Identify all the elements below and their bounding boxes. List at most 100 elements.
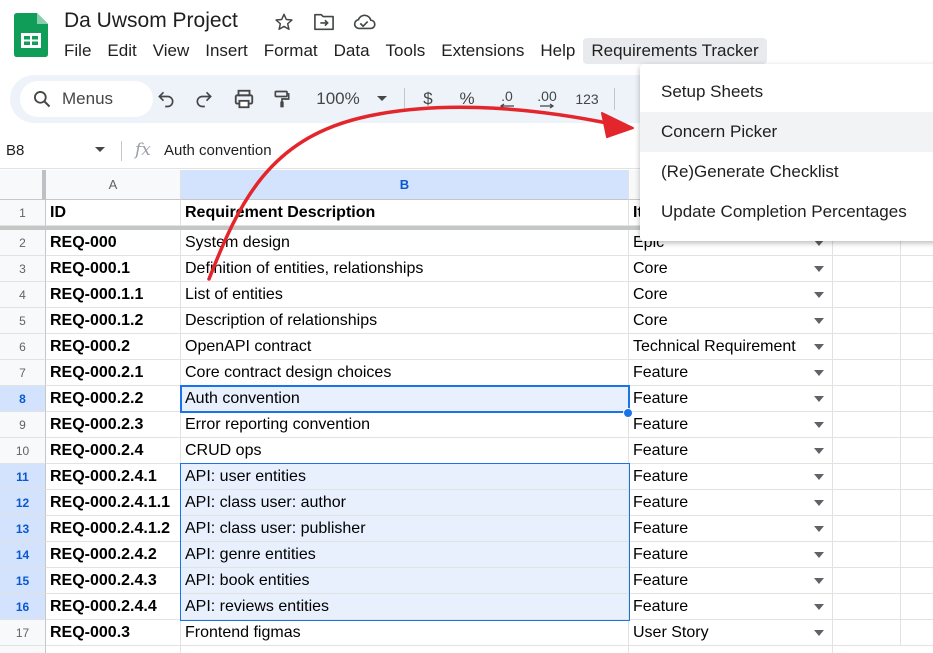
cell-id[interactable]: REQ-000.2.4.4 <box>46 594 181 620</box>
cell-empty[interactable] <box>901 594 933 620</box>
column-header-a[interactable]: A <box>46 170 181 200</box>
redo-icon[interactable] <box>192 85 216 113</box>
row-number[interactable]: 1 <box>0 200 46 226</box>
cell-empty[interactable] <box>833 542 901 568</box>
row-number[interactable]: 11 <box>0 464 46 490</box>
paint-format-icon[interactable] <box>270 85 294 113</box>
row-number[interactable]: 5 <box>0 308 46 334</box>
cell-id[interactable]: REQ-000.2.4.3 <box>46 568 181 594</box>
cell-type[interactable]: User Story <box>629 620 833 646</box>
cell-empty[interactable] <box>901 334 933 360</box>
dropdown-arrow-icon[interactable] <box>814 577 824 584</box>
cell-type[interactable]: Feature <box>629 594 833 620</box>
cell-type[interactable]: Feature <box>629 568 833 594</box>
cell-empty[interactable] <box>901 516 933 542</box>
cell-id[interactable]: REQ-000.2.4.1.2 <box>46 516 181 542</box>
select-all-corner[interactable] <box>0 170 46 200</box>
cell-id[interactable]: REQ-000.1.1 <box>46 282 181 308</box>
increase-decimals-button[interactable]: .00 <box>530 85 564 113</box>
star-icon[interactable] <box>272 11 296 33</box>
cell-type[interactable]: Feature <box>629 360 833 386</box>
cell-description[interactable]: Error reporting convention <box>181 412 629 438</box>
row-number[interactable]: 4 <box>0 282 46 308</box>
menu-item-setup-sheets[interactable]: Setup Sheets <box>640 72 933 112</box>
row-number[interactable]: 12 <box>0 490 46 516</box>
cell-description[interactable]: API: genre entities <box>181 542 629 568</box>
menu-requirements-tracker[interactable]: Requirements Tracker <box>583 38 767 64</box>
cell-description[interactable]: OpenAPI contract <box>181 334 629 360</box>
cell-type[interactable]: Feature <box>629 386 833 412</box>
cell-empty[interactable] <box>833 360 901 386</box>
dropdown-arrow-icon[interactable] <box>814 369 824 376</box>
undo-icon[interactable] <box>154 85 178 113</box>
cell-empty[interactable] <box>901 308 933 334</box>
cell-empty[interactable] <box>901 282 933 308</box>
cell-empty[interactable] <box>833 516 901 542</box>
cell-empty[interactable] <box>901 360 933 386</box>
cell-id[interactable]: REQ-000 <box>46 230 181 256</box>
decrease-decimals-button[interactable]: .0 <box>490 85 524 113</box>
cell-id[interactable]: REQ-000.1.2 <box>46 308 181 334</box>
menu-format[interactable]: Format <box>256 38 326 64</box>
print-icon[interactable] <box>231 85 257 113</box>
cell-description[interactable]: System design <box>181 230 629 256</box>
dropdown-arrow-icon[interactable] <box>814 551 824 558</box>
cell-empty[interactable] <box>833 464 901 490</box>
row-number[interactable]: 13 <box>0 516 46 542</box>
cell-description-active[interactable]: Auth convention <box>181 386 629 412</box>
menu-tools[interactable]: Tools <box>378 38 434 64</box>
cell-description[interactable]: Description of relationships <box>181 308 629 334</box>
dropdown-arrow-icon[interactable] <box>814 499 824 506</box>
cell-empty[interactable] <box>629 646 833 653</box>
cell-empty[interactable] <box>833 386 901 412</box>
menu-extensions[interactable]: Extensions <box>433 38 532 64</box>
row-number[interactable]: 17 <box>0 620 46 646</box>
menu-insert[interactable]: Insert <box>197 38 256 64</box>
dropdown-arrow-icon[interactable] <box>814 343 824 350</box>
menu-edit[interactable]: Edit <box>99 38 144 64</box>
move-to-folder-icon[interactable] <box>312 11 336 33</box>
cell-empty[interactable] <box>833 412 901 438</box>
cell-id[interactable]: REQ-000.2.4.1.1 <box>46 490 181 516</box>
chevron-down-icon[interactable] <box>374 85 390 113</box>
row-number[interactable]: 14 <box>0 542 46 568</box>
row-number[interactable]: 10 <box>0 438 46 464</box>
formula-input[interactable]: Auth convention <box>164 142 272 159</box>
cell-empty[interactable] <box>833 334 901 360</box>
cell-empty[interactable] <box>833 490 901 516</box>
cell-empty[interactable] <box>833 620 901 646</box>
cell-empty[interactable] <box>901 438 933 464</box>
cell-empty[interactable] <box>833 282 901 308</box>
cell-empty[interactable] <box>901 464 933 490</box>
dropdown-arrow-icon[interactable] <box>814 447 824 454</box>
cell-description[interactable]: Definition of entities, relationships <box>181 256 629 282</box>
cell-id[interactable]: REQ-000.2.4.2 <box>46 542 181 568</box>
percent-format-button[interactable]: % <box>454 85 480 113</box>
currency-format-button[interactable]: $ <box>415 85 441 113</box>
cell-type[interactable]: Feature <box>629 438 833 464</box>
cell-type[interactable]: Feature <box>629 542 833 568</box>
dropdown-arrow-icon[interactable] <box>814 603 824 610</box>
cell-description[interactable]: API: class user: author <box>181 490 629 516</box>
cell-empty[interactable] <box>901 620 933 646</box>
google-sheets-logo[interactable] <box>14 13 48 57</box>
menu-item-regenerate-checklist[interactable]: (Re)Generate Checklist <box>640 152 933 192</box>
menu-item-update-completion[interactable]: Update Completion Percentages <box>640 192 933 232</box>
cell-description[interactable]: API: class user: publisher <box>181 516 629 542</box>
cell-empty[interactable] <box>833 308 901 334</box>
cell-description[interactable]: Core contract design choices <box>181 360 629 386</box>
cell-empty[interactable] <box>833 256 901 282</box>
cell-description[interactable]: API: reviews entities <box>181 594 629 620</box>
menu-view[interactable]: View <box>145 38 198 64</box>
cell-id[interactable]: REQ-000.3 <box>46 620 181 646</box>
cell-description[interactable]: Frontend figmas <box>181 620 629 646</box>
row-number[interactable]: 16 <box>0 594 46 620</box>
row-number[interactable] <box>0 646 46 653</box>
cell-description[interactable]: Requirement Description <box>181 200 629 226</box>
cell-id[interactable]: REQ-000.2.1 <box>46 360 181 386</box>
row-number[interactable]: 15 <box>0 568 46 594</box>
dropdown-arrow-icon[interactable] <box>814 395 824 402</box>
menu-help[interactable]: Help <box>532 38 583 64</box>
cell-description[interactable]: API: book entities <box>181 568 629 594</box>
cell-id[interactable]: REQ-000.2.4 <box>46 438 181 464</box>
